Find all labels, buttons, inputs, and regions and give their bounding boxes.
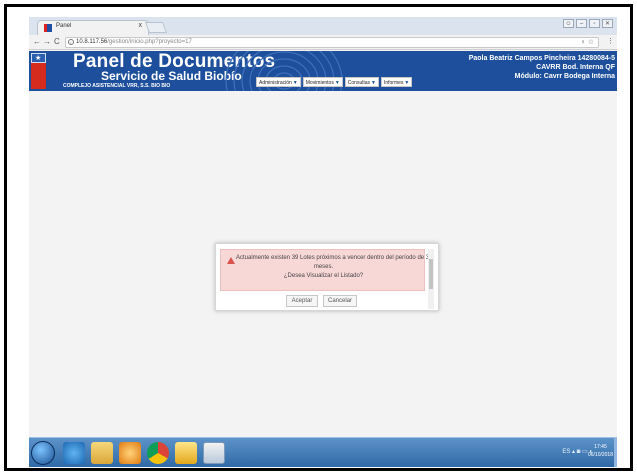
back-icon[interactable]: ← — [33, 37, 41, 46]
main-menu: Administración▼ Movimientos▼ Consultas▼ … — [256, 77, 413, 88]
bookmark-star-icon[interactable]: ♀ ☆ — [581, 38, 594, 46]
warning-icon — [227, 257, 235, 264]
expiry-alert-dialog: Actualmente existen 39 Lotes próximos a … — [215, 243, 439, 311]
menu-movimientos[interactable]: Movimientos▼ — [302, 77, 343, 87]
address-bar[interactable]: i 10.8.117.56/gestion/inicio.php?proyect… — [65, 37, 599, 48]
tab-panel[interactable]: Panel x — [37, 20, 149, 35]
flag-favicon-icon — [44, 24, 52, 32]
internet-explorer-icon[interactable] — [63, 442, 85, 464]
sticky-notes-icon[interactable] — [175, 442, 197, 464]
star-icon: ★ — [35, 55, 42, 62]
info-icon[interactable]: i — [68, 39, 74, 45]
complex-name: COMPLEJO ASISTENCIAL VRR, S.S. BIO BIO — [63, 83, 171, 89]
forward-icon[interactable]: → — [43, 37, 51, 46]
new-tab-button[interactable] — [144, 22, 168, 33]
screenshot-frame: Panel x ☺ – ▫ ✕ ← → C i 10.8.117.56/gest… — [4, 4, 633, 471]
browser-menu-icon[interactable]: ⋮ — [607, 37, 614, 45]
user-icon[interactable]: ☺ — [563, 19, 574, 28]
app-header: ★ Panel de Documentos Servicio de Salud … — [29, 51, 617, 91]
menu-label: Movimientos — [305, 80, 334, 86]
reload-icon[interactable]: C — [54, 37, 60, 46]
chevron-down-icon: ▼ — [292, 80, 298, 86]
maximize-icon[interactable]: ▫ — [589, 19, 600, 28]
app-window-icon[interactable] — [203, 442, 225, 464]
minimize-icon[interactable]: – — [576, 19, 587, 28]
show-desktop-button[interactable] — [614, 438, 617, 467]
accept-button[interactable]: Aceptar — [286, 295, 318, 307]
alert-text-line2: meses. — [313, 264, 334, 270]
url-host: 10.8.117.56 — [76, 39, 108, 45]
government-logo: ★ — [31, 53, 46, 89]
chevron-down-icon: ▼ — [404, 80, 410, 86]
start-button[interactable] — [31, 441, 55, 465]
user-info: Paola Beatriz Campos Pincheira 14280084-… — [469, 54, 615, 81]
close-tab-icon[interactable]: x — [139, 22, 143, 29]
menu-label: Administración — [259, 80, 292, 86]
window-controls: ☺ – ▫ ✕ — [563, 19, 613, 28]
file-explorer-icon[interactable] — [91, 442, 113, 464]
taskbar-clock[interactable]: 17:45 06/10/2018 — [588, 443, 613, 459]
menu-consultas[interactable]: Consultas▼ — [344, 77, 379, 87]
menu-label: Informes — [383, 80, 404, 86]
media-player-icon[interactable] — [119, 442, 141, 464]
alert-message-box: Actualmente existen 39 Lotes próximos a … — [220, 249, 429, 291]
chevron-down-icon: ▼ — [334, 80, 340, 86]
dialog-button-bar: Aceptar Cancelar — [220, 294, 425, 309]
cancel-button[interactable]: Cancelar — [323, 295, 357, 307]
menu-administracion[interactable]: Administración▼ — [256, 77, 301, 87]
windows-taskbar: ES ▴ ◙ ▭ ◐ 17:45 06/10/2018 — [29, 437, 617, 467]
tab-title: Panel — [56, 23, 72, 29]
user-name: Paola Beatriz Campos Pincheira 14280084-… — [468, 55, 615, 62]
menu-informes[interactable]: Informes▼ — [380, 77, 413, 87]
user-module: Módulo: Cavrr Bodega Interna — [514, 73, 615, 80]
scrollbar-thumb[interactable] — [429, 259, 433, 289]
tab-strip: Panel x ☺ – ▫ ✕ — [29, 17, 617, 35]
dialog-scrollbar[interactable] — [428, 249, 434, 309]
browser-toolbar: ← → C i 10.8.117.56/gestion/inicio.php?p… — [29, 35, 617, 50]
user-role: CAVRR Bod. Interna QF — [536, 64, 615, 71]
chrome-icon[interactable] — [147, 442, 169, 464]
clock-date: 06/10/2018 — [587, 452, 613, 458]
chevron-down-icon: ▼ — [371, 80, 376, 86]
alert-text-line1: Actualmente existen 39 Lotes próximos a … — [236, 255, 430, 261]
menu-label: Consultas — [347, 80, 371, 86]
url-text[interactable]: 10.8.117.56/gestion/inicio.php?proyecto=… — [76, 39, 192, 45]
browser-window: Panel x ☺ – ▫ ✕ ← → C i 10.8.117.56/gest… — [29, 17, 617, 467]
url-path: /gestion/inicio.php?proyecto=17 — [107, 39, 192, 45]
close-window-icon[interactable]: ✕ — [602, 19, 613, 28]
clock-time: 17:45 — [594, 444, 607, 450]
alert-question: ¿Desea Visualizar el Listado? — [283, 273, 364, 279]
